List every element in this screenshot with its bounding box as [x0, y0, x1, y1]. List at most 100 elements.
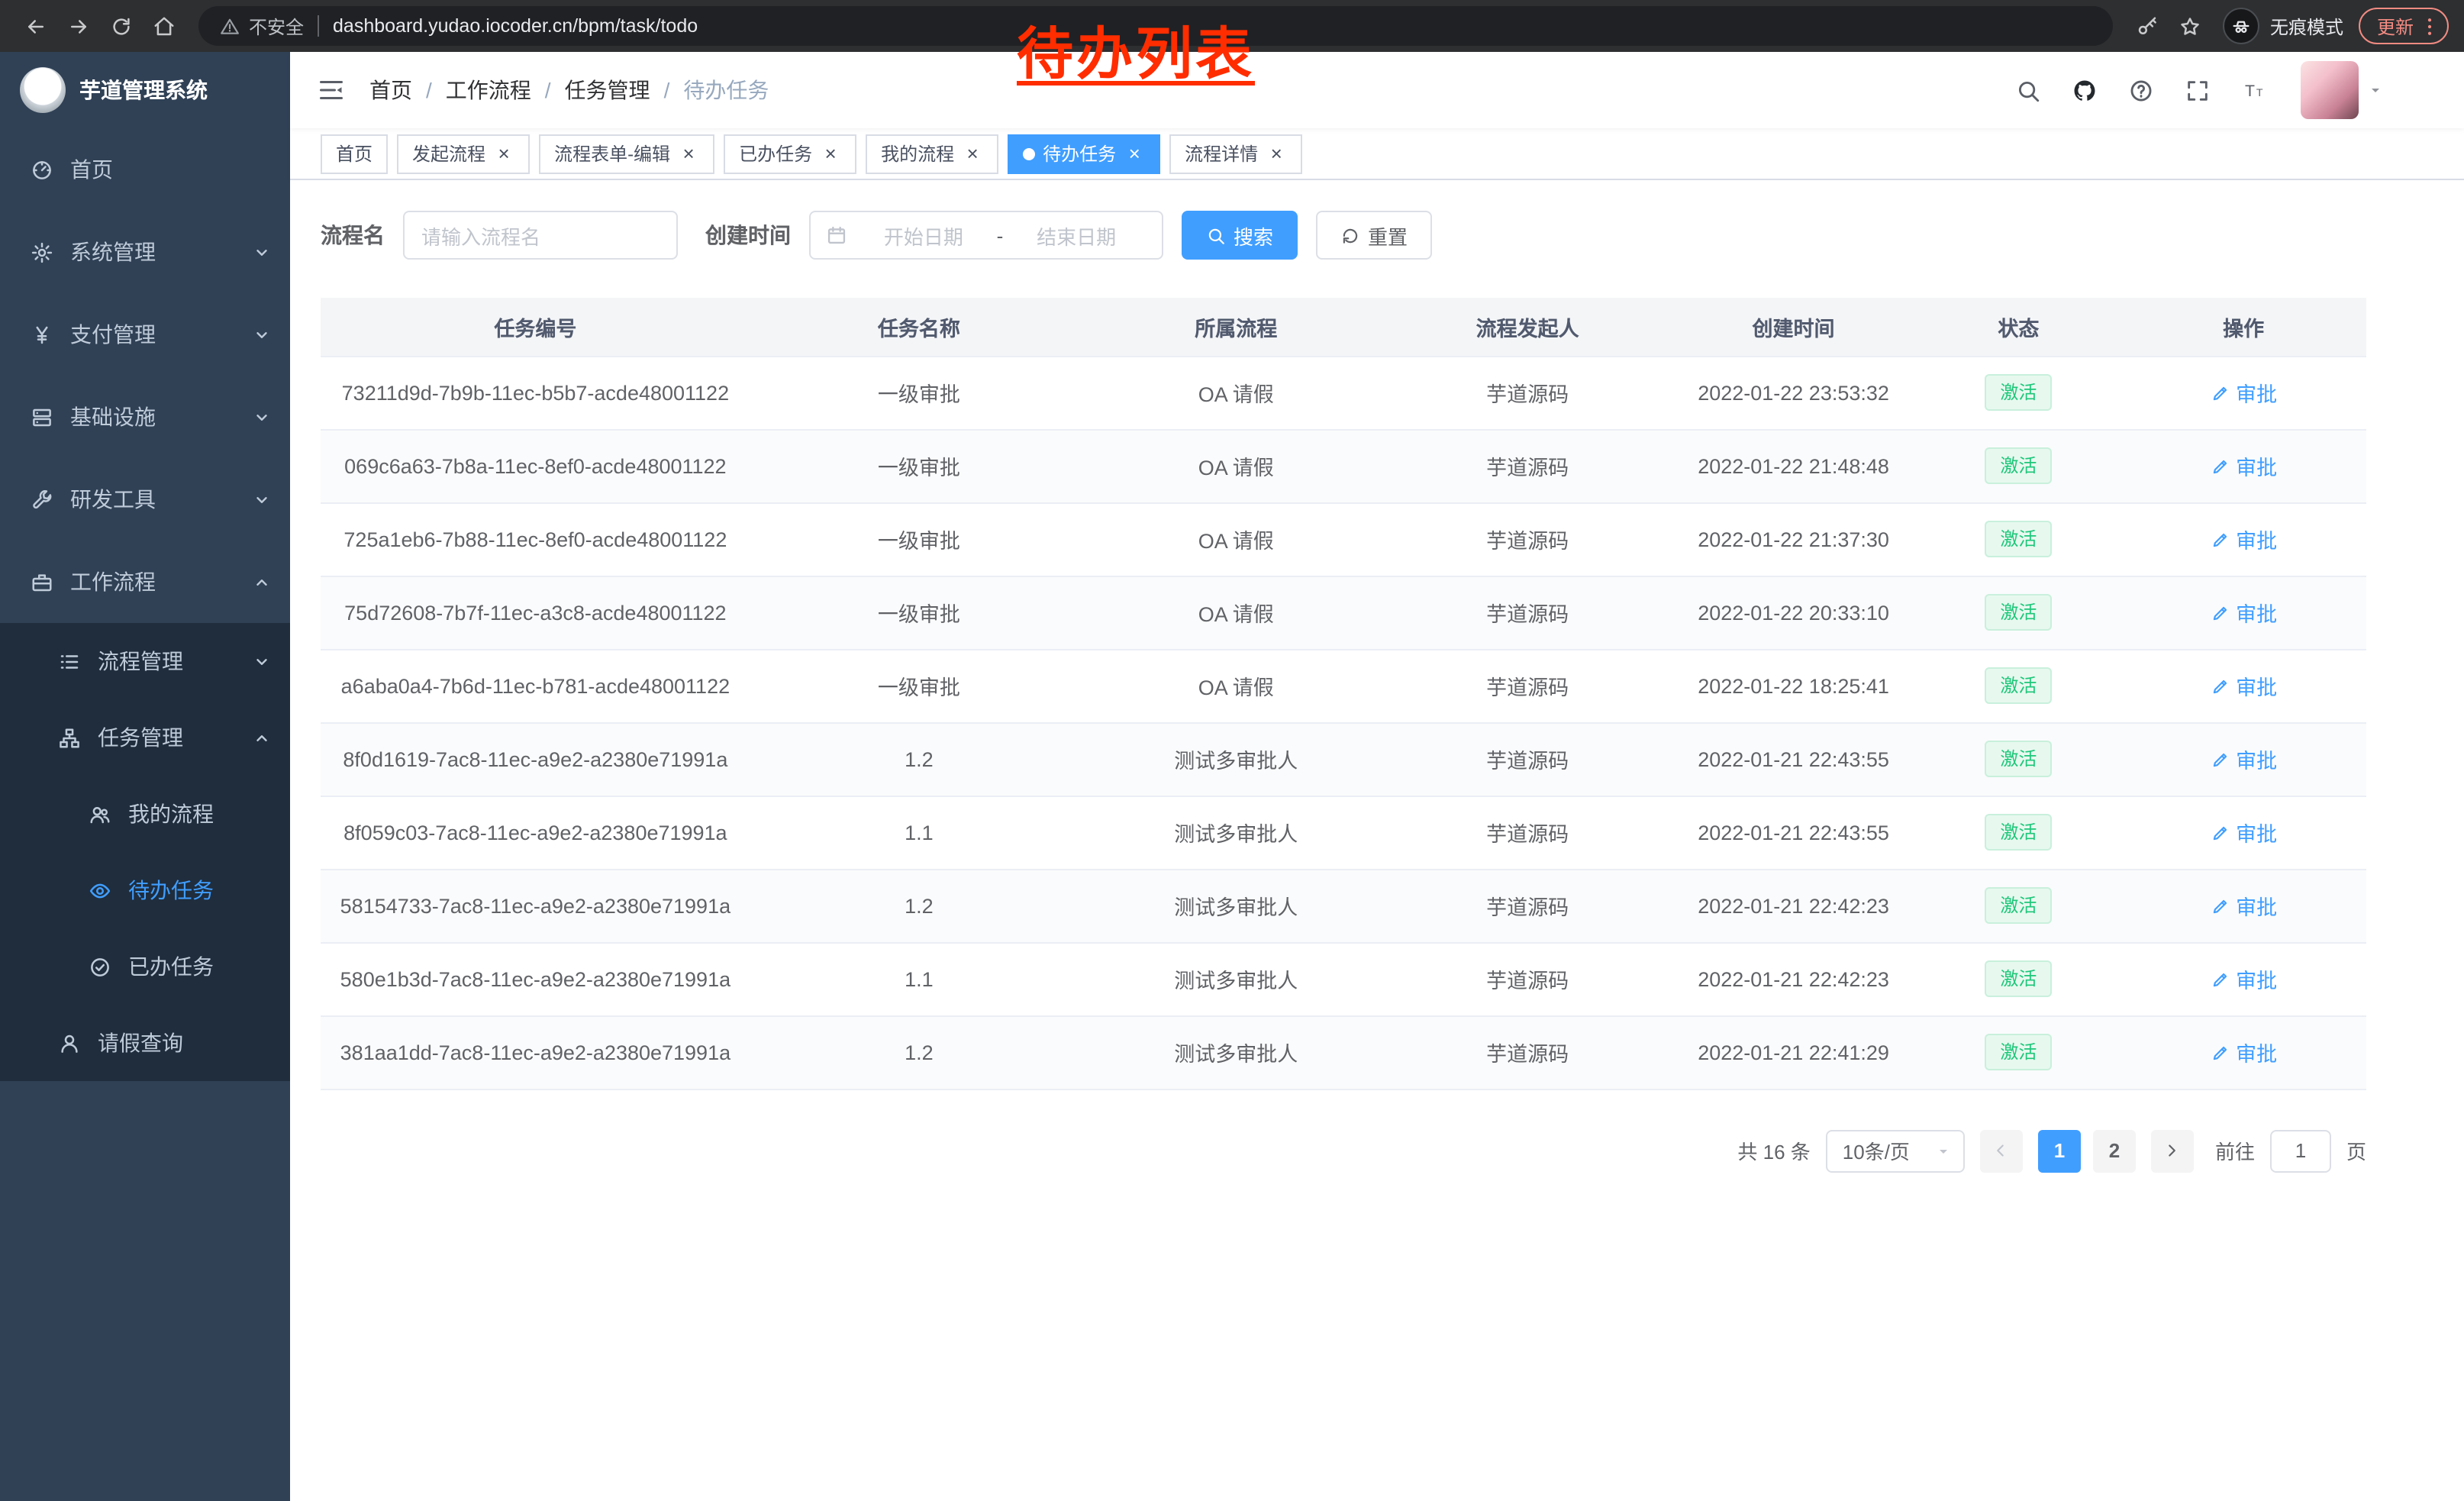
- cell-process: 测试多审批人: [1088, 942, 1385, 1015]
- sidebar-item-task-mgmt[interactable]: 任务管理: [0, 699, 290, 776]
- bookmark-star-icon[interactable]: [2171, 6, 2211, 46]
- prev-page-button[interactable]: [1980, 1129, 2023, 1172]
- sidebar-item-my-process[interactable]: 我的流程: [0, 776, 290, 852]
- approve-button[interactable]: 审批: [2210, 597, 2277, 628]
- fullscreen-icon[interactable]: [2169, 77, 2226, 103]
- sidebar: 芋道管理系统 首页 系统管理 支付管理 基础设施 研发工具 工作流程 流程管理 …: [0, 52, 290, 1501]
- approve-button[interactable]: 审批: [2210, 890, 2277, 921]
- svg-text:T: T: [2245, 81, 2255, 99]
- sidebar-collapse-button[interactable]: [290, 76, 369, 104]
- update-button[interactable]: 更新: [2359, 8, 2449, 44]
- tab-form-edit[interactable]: 流程表单-编辑×: [539, 134, 714, 173]
- browser-menu-dots-icon[interactable]: [2418, 15, 2441, 37]
- tab-start-process[interactable]: 发起流程×: [397, 134, 530, 173]
- sidebar-item-process-mgmt[interactable]: 流程管理: [0, 623, 290, 699]
- home-button[interactable]: [144, 6, 183, 46]
- breadcrumb: 首页/工作流程/任务管理/待办任务: [369, 75, 769, 105]
- sidebar-item-done-task[interactable]: 已办任务: [0, 928, 290, 1005]
- filter-name-label: 流程名: [321, 220, 385, 250]
- sidebar-item-devtools[interactable]: 研发工具: [0, 458, 290, 541]
- status-badge: 激活: [1985, 374, 2052, 411]
- breadcrumb-item[interactable]: 任务管理: [565, 75, 650, 105]
- tab-my-process[interactable]: 我的流程×: [866, 134, 998, 173]
- tab-todo-tasks[interactable]: 待办任务 ×: [1008, 134, 1160, 173]
- cell-task-id: a6aba0a4-7b6d-11ec-b781-acde48001122: [321, 649, 750, 722]
- next-page-button[interactable]: [2151, 1129, 2194, 1172]
- tab-close-icon[interactable]: ×: [493, 143, 514, 164]
- reset-button[interactable]: 重置: [1316, 211, 1432, 260]
- github-icon[interactable]: [2056, 77, 2113, 103]
- sidebar-item-payment[interactable]: 支付管理: [0, 293, 290, 376]
- cell-starter: 芋道源码: [1385, 1015, 1671, 1089]
- tab-label: 待办任务: [1043, 140, 1116, 166]
- approve-button[interactable]: 审批: [2210, 964, 2277, 994]
- tab-home[interactable]: 首页: [321, 134, 388, 173]
- edit-icon: [2210, 1042, 2230, 1062]
- tab-close-icon[interactable]: ×: [962, 143, 983, 164]
- address-bar[interactable]: 不安全 dashboard.yudao.iocoder.cn/bpm/task/…: [198, 6, 2113, 46]
- search-button[interactable]: 搜索: [1182, 211, 1298, 260]
- cell-action: 审批: [2121, 649, 2366, 722]
- update-label: 更新: [2377, 13, 2414, 39]
- cell-starter: 芋道源码: [1385, 722, 1671, 796]
- back-button[interactable]: [15, 6, 55, 46]
- cell-status: 激活: [1916, 942, 2121, 1015]
- cell-created: 2022-01-21 22:41:29: [1671, 1015, 1917, 1089]
- sidebar-item-system[interactable]: 系统管理: [0, 211, 290, 293]
- chevron-down-icon: [253, 326, 270, 343]
- status-badge: 激活: [1985, 887, 2052, 924]
- cell-status: 激活: [1916, 649, 2121, 722]
- forward-button[interactable]: [58, 6, 98, 46]
- status-badge: 激活: [1985, 521, 2052, 557]
- sidebar-item-todo-task[interactable]: 待办任务: [0, 852, 290, 928]
- logo-avatar: [20, 67, 66, 113]
- process-name-placeholder: 请输入流程名: [421, 221, 540, 250]
- dashboard-icon: [31, 158, 53, 181]
- page-button-1[interactable]: 1: [2038, 1129, 2081, 1172]
- approve-label: 审批: [2236, 744, 2277, 774]
- sidebar-item-infrastructure[interactable]: 基础设施: [0, 376, 290, 458]
- cell-action: 审批: [2121, 942, 2366, 1015]
- goto-page-input[interactable]: 1: [2270, 1129, 2331, 1172]
- cell-task-name: 一级审批: [750, 576, 1088, 649]
- end-date-placeholder: 结束日期: [1006, 221, 1147, 250]
- breadcrumb-item[interactable]: 工作流程: [446, 75, 531, 105]
- approve-button[interactable]: 审批: [2210, 744, 2277, 774]
- tab-close-icon[interactable]: ×: [820, 143, 841, 164]
- sidebar-item-home[interactable]: 首页: [0, 128, 290, 211]
- process-name-input[interactable]: 请输入流程名: [403, 211, 678, 260]
- date-range-picker[interactable]: 开始日期 - 结束日期: [809, 211, 1163, 260]
- key-icon[interactable]: [2128, 6, 2168, 46]
- list-icon: [58, 650, 81, 673]
- approve-button[interactable]: 审批: [2210, 817, 2277, 847]
- user-avatar[interactable]: [2301, 61, 2359, 119]
- sidebar-item-workflow[interactable]: 工作流程: [0, 541, 290, 623]
- approve-button[interactable]: 审批: [2210, 377, 2277, 408]
- tab-close-icon[interactable]: ×: [1266, 143, 1287, 164]
- reload-button[interactable]: [101, 6, 140, 46]
- font-size-icon[interactable]: TT: [2226, 77, 2282, 103]
- tab-process-detail[interactable]: 流程详情×: [1169, 134, 1302, 173]
- users-icon: [89, 802, 111, 825]
- approve-button[interactable]: 审批: [2210, 450, 2277, 481]
- approve-button[interactable]: 审批: [2210, 1037, 2277, 1067]
- start-date-placeholder: 开始日期: [853, 221, 994, 250]
- page-button-2[interactable]: 2: [2093, 1129, 2136, 1172]
- logo[interactable]: 芋道管理系统: [0, 52, 290, 128]
- table-header: 任务编号任务名称所属流程流程发起人创建时间状态操作: [321, 298, 2366, 356]
- approve-button[interactable]: 审批: [2210, 524, 2277, 554]
- yen-icon: [31, 323, 53, 346]
- tab-close-icon[interactable]: ×: [1124, 143, 1145, 164]
- security-label[interactable]: 不安全: [249, 13, 304, 39]
- breadcrumb-item[interactable]: 首页: [369, 75, 412, 105]
- help-icon[interactable]: [2113, 77, 2169, 103]
- tab-close-icon[interactable]: ×: [678, 143, 699, 164]
- tab-done-tasks[interactable]: 已办任务×: [724, 134, 856, 173]
- page-size-select[interactable]: 10条/页: [1826, 1129, 1965, 1172]
- approve-button[interactable]: 审批: [2210, 670, 2277, 701]
- search-icon[interactable]: [2000, 77, 2056, 103]
- url-text[interactable]: dashboard.yudao.iocoder.cn/bpm/task/todo: [333, 15, 698, 37]
- caret-down-icon[interactable]: [2366, 81, 2385, 99]
- cell-action: 审批: [2121, 1015, 2366, 1089]
- sidebar-item-leave-query[interactable]: 请假查询: [0, 1005, 290, 1081]
